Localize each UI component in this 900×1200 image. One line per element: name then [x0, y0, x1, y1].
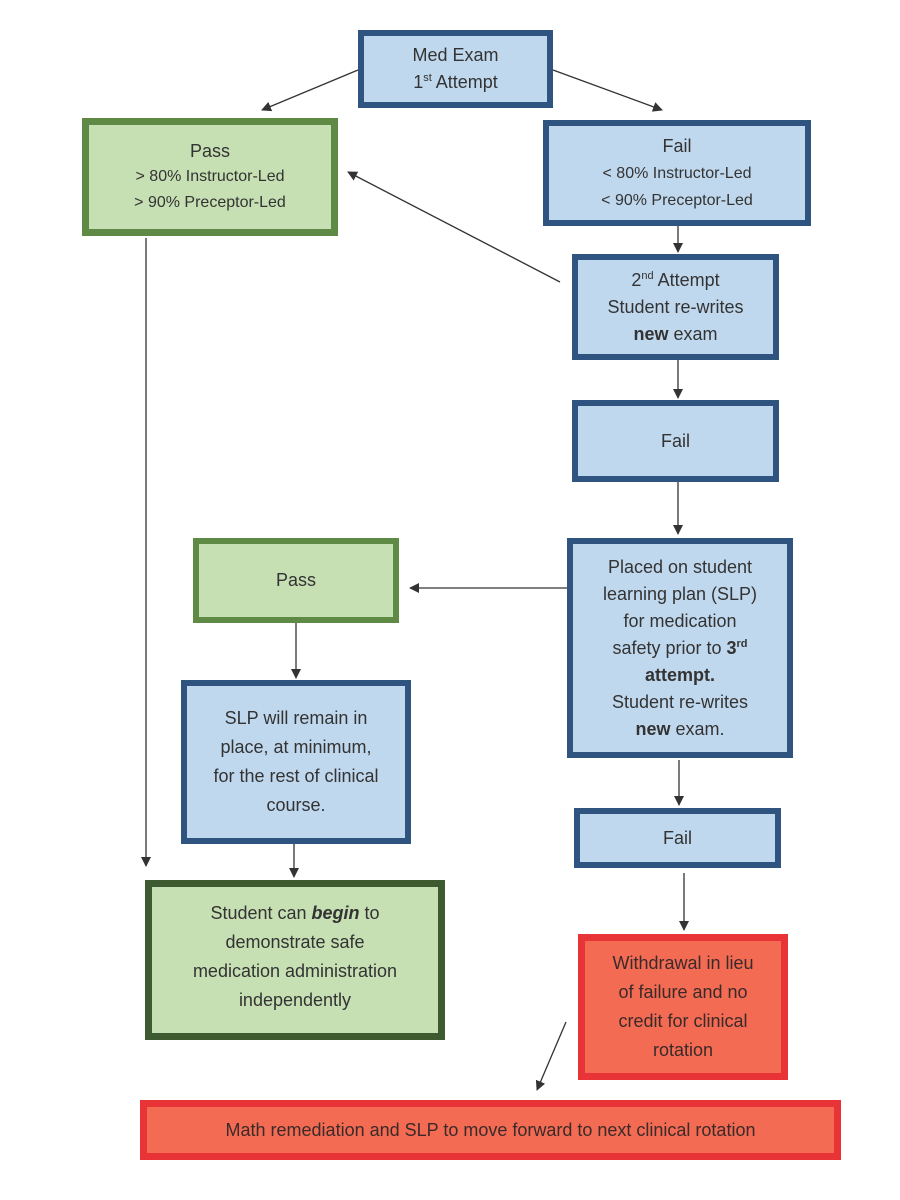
math-remediation-node: Math remediation and SLP to move forward…	[140, 1100, 841, 1160]
node-text: Withdrawal in lieu	[612, 953, 754, 973]
node-text: new exam.	[635, 718, 725, 739]
node-text: independently	[238, 990, 352, 1010]
node-text: medication administration	[192, 961, 398, 981]
node-text: attempt.	[644, 664, 715, 685]
node-text: > 80% Instructor-Led	[135, 168, 285, 185]
node-text: learning plan (SLP)	[602, 583, 758, 604]
slp-remain-node: SLP will remain in place, at minimum, fo…	[181, 680, 411, 844]
node-text: Student can begin to	[210, 903, 380, 923]
node-text: Math remediation and SLP to move forward…	[225, 1119, 756, 1140]
node-title: Pass	[189, 141, 231, 161]
node-text: credit for clinical	[618, 1011, 748, 1031]
withdrawal-node: Withdrawal in lieu of failure and no cre…	[578, 934, 788, 1080]
fail-3-node: Fail	[574, 808, 781, 868]
node-title: Fail	[662, 135, 692, 156]
node-text: demonstrate safe	[225, 932, 365, 952]
arrow-withdraw-to-math	[535, 1021, 567, 1091]
node-text: place, at minimum,	[220, 737, 372, 757]
pass-node: Pass > 80% Instructor-Led > 90% Precepto…	[82, 118, 338, 236]
node-text: Placed on student	[607, 556, 753, 577]
node-text: 1st Attempt	[413, 72, 498, 92]
node-text: course.	[266, 795, 326, 815]
node-text: safety prior to 3rd	[612, 637, 748, 658]
slp-node: Placed on student learning plan (SLP) fo…	[567, 538, 793, 758]
fail-2-node: Fail	[572, 400, 779, 482]
node-title: Fail	[660, 430, 690, 451]
node-title: 2nd Attempt	[631, 269, 720, 290]
arrow-exam-to-fail	[552, 69, 663, 112]
node-text: < 90% Preceptor-Led	[601, 191, 753, 209]
node-text: Med Exam	[412, 45, 499, 65]
node-title: Fail	[662, 827, 692, 848]
second-attempt-node: 2nd Attempt Student re-writes new exam	[572, 254, 779, 360]
arrow-exam-to-pass	[261, 69, 359, 112]
node-text: > 90% Preceptor-Led	[134, 194, 286, 211]
pass-2-node: Pass	[193, 538, 399, 623]
node-text: Student re-writes	[607, 296, 744, 317]
node-text: of failure and no	[618, 982, 748, 1002]
node-title: Pass	[275, 570, 317, 590]
node-text: for the rest of clinical	[213, 766, 379, 786]
node-text: Student re-writes	[611, 691, 749, 712]
node-text: < 80% Instructor-Led	[602, 164, 752, 182]
node-text: new exam	[633, 323, 718, 344]
node-text: SLP will remain in	[224, 708, 368, 728]
med-exam-node: Med Exam 1st Attempt	[358, 30, 553, 108]
begin-node: Student can begin to demonstrate safe me…	[145, 880, 445, 1040]
node-text: rotation	[652, 1040, 714, 1060]
fail-node: Fail < 80% Instructor-Led < 90% Precepto…	[543, 120, 811, 226]
node-text: for medication	[623, 610, 737, 631]
arrow-attempt2-to-pass	[347, 171, 561, 283]
